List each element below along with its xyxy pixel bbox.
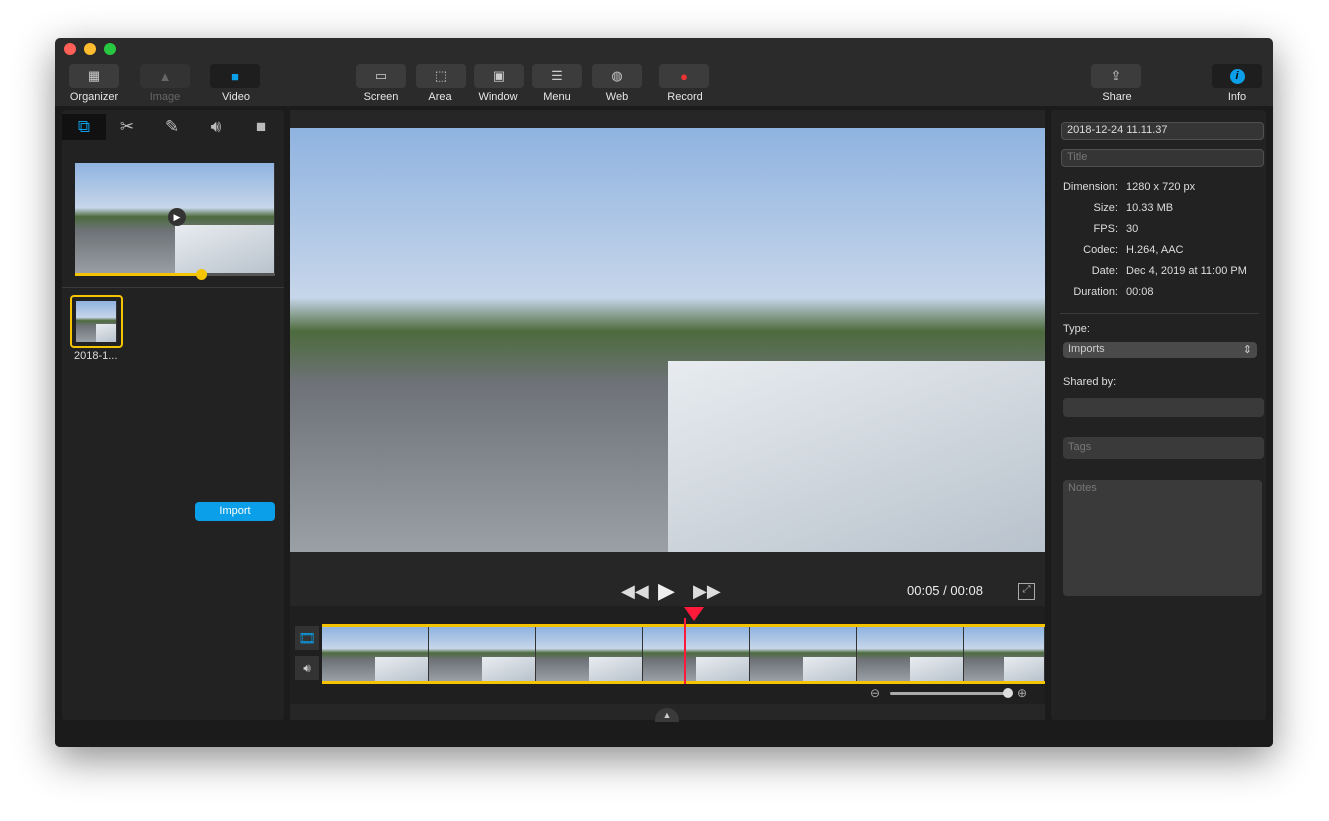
play-icon: ▶	[658, 578, 675, 603]
import-button[interactable]: Import	[195, 502, 275, 521]
fullscreen-button[interactable]: ⤢	[1018, 583, 1035, 600]
expand-icon: ⤢	[1022, 584, 1031, 595]
area-button[interactable]: ⬚	[416, 64, 466, 88]
title-field[interactable]: Title	[1061, 149, 1264, 167]
annotate-tab[interactable]: ✎	[150, 114, 194, 140]
share-button[interactable]: ⇪	[1091, 64, 1141, 88]
info-key: FPS:	[1093, 223, 1118, 235]
info-key: Dimension:	[1062, 181, 1118, 193]
shared-by-field[interactable]	[1063, 398, 1264, 417]
rewind-icon: ◀◀	[621, 581, 649, 601]
audio-track-button[interactable]: 🔊︎	[295, 656, 319, 680]
window-icon: ▣	[492, 68, 506, 83]
info-button[interactable]: i	[1212, 64, 1262, 88]
info-value: Dec 4, 2019 at 11:00 PM	[1126, 265, 1247, 277]
image-button[interactable]: ▲	[140, 64, 190, 88]
play-button[interactable]: ▶	[658, 578, 675, 604]
share-label: Share	[1102, 91, 1132, 103]
info-icon: i	[1229, 68, 1245, 84]
image-label: Image	[149, 91, 181, 103]
info-value: 1280 x 720 px	[1126, 181, 1196, 193]
camera-icon: ■	[255, 117, 267, 136]
clip-label: 2018-1...	[74, 350, 118, 362]
playhead-line	[684, 618, 686, 684]
scissors-icon: ✂	[119, 117, 135, 136]
record-label: Record	[667, 91, 703, 103]
time-readout: 00:05 / 00:08	[907, 583, 983, 598]
type-select[interactable]: Imports ⇕	[1063, 342, 1257, 358]
minimize-window-button[interactable]	[84, 43, 96, 55]
preview-scrubber[interactable]	[75, 273, 275, 276]
notes-field[interactable]: Notes	[1063, 480, 1262, 596]
organizer-button[interactable]: ▦	[69, 64, 119, 88]
type-label: Type:	[1063, 323, 1090, 335]
zoom-out-icon[interactable]: ⊖	[870, 686, 880, 700]
video-icon: ■	[231, 68, 239, 84]
updown-chevron-icon: ⇕	[1242, 344, 1252, 356]
tags-field[interactable]: Tags	[1063, 437, 1264, 459]
organizer-label: Organizer	[69, 91, 119, 103]
zoom-window-button[interactable]	[104, 43, 116, 55]
info-value: 30	[1126, 223, 1139, 235]
chevron-up-icon: ▲	[662, 710, 672, 720]
video-frame[interactable]	[290, 128, 1045, 552]
info-value: H.264, AAC	[1126, 244, 1184, 256]
shared-by-label: Shared by:	[1063, 376, 1117, 388]
scrubber-handle[interactable]	[196, 269, 207, 280]
screen-button[interactable]: ▭	[356, 64, 406, 88]
clip-thumbnail[interactable]	[70, 295, 123, 348]
image-icon: ▲	[158, 68, 172, 84]
zoom-slider[interactable]	[890, 692, 1008, 695]
speaker-icon: 🔊︎	[303, 661, 311, 675]
fast-forward-button[interactable]: ▶▶	[693, 581, 721, 602]
grid-icon: ▦	[87, 68, 101, 83]
speaker-icon: 🔊︎	[210, 117, 222, 136]
rewind-button[interactable]: ◀◀	[621, 581, 649, 602]
globe-icon: ◍	[611, 68, 623, 83]
area-icon: ⬚	[434, 68, 448, 83]
info-label: Info	[1227, 91, 1247, 103]
video-button[interactable]: ■	[210, 64, 260, 88]
web-button[interactable]: ◍	[592, 64, 642, 88]
share-icon: ⇪	[1110, 68, 1122, 83]
film-icon: 🎞︎	[298, 630, 316, 646]
menu-icon: ☰	[551, 68, 563, 83]
annotate-icon: ✎	[164, 117, 180, 136]
info-key: Codec:	[1083, 244, 1118, 256]
window-button[interactable]: ▣	[474, 64, 524, 88]
camera-tab[interactable]: ■	[239, 114, 283, 140]
video-track-button[interactable]: 🎞︎	[295, 626, 319, 650]
preview-thumbnail[interactable]: ▶	[75, 163, 275, 275]
zoom-in-icon[interactable]: ⊕	[1017, 686, 1027, 700]
record-button[interactable]: ●	[659, 64, 709, 88]
close-window-button[interactable]	[64, 43, 76, 55]
info-key: Duration:	[1073, 286, 1118, 298]
play-icon[interactable]: ▶	[168, 208, 186, 226]
clips-icon: ⧉	[77, 117, 91, 136]
trim-tab[interactable]: ✂	[105, 114, 149, 140]
video-label: Video	[222, 91, 250, 103]
zoom-slider-handle[interactable]	[1003, 688, 1013, 698]
filename-field[interactable]: 2018-12-24 11.11.37	[1061, 122, 1264, 140]
screen-icon: ▭	[374, 68, 388, 83]
record-icon: ●	[680, 68, 688, 84]
playhead-handle[interactable]	[684, 607, 704, 621]
info-value: 10.33 MB	[1126, 202, 1174, 214]
fast-forward-icon: ▶▶	[693, 581, 721, 601]
info-value: 00:08	[1126, 286, 1154, 298]
info-key: Date:	[1091, 265, 1118, 277]
info-key: Size:	[1093, 202, 1118, 214]
app-window: ▦ Organizer ▲ Image ■ Video ▭ Screen ⬚ A…	[55, 38, 1273, 747]
clips-tab[interactable]: ⧉	[62, 114, 106, 140]
menu-button[interactable]: ☰	[532, 64, 582, 88]
audio-tab[interactable]: 🔊︎	[194, 114, 238, 140]
